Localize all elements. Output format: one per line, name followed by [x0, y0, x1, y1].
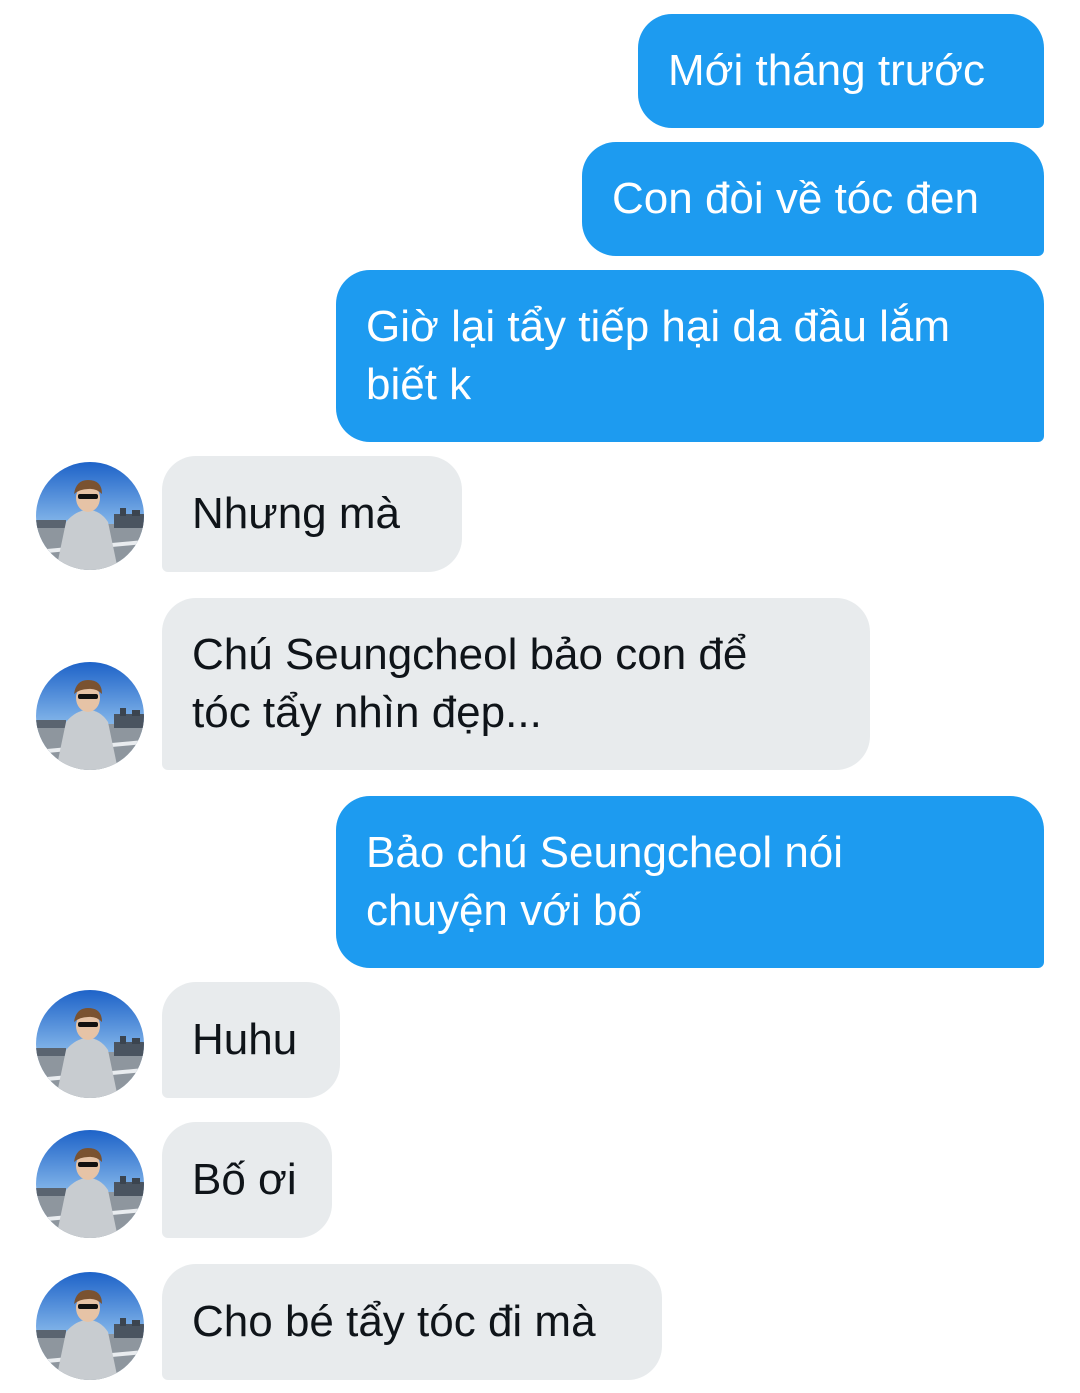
contact-avatar[interactable] — [36, 662, 144, 770]
message-text: Cho bé tẩy tóc đi mà — [192, 1297, 596, 1346]
message-bubble-outgoing[interactable]: Giờ lại tẩy tiếp hại da đầu lắm biết k — [336, 270, 1044, 442]
avatar-photo-icon — [36, 1272, 144, 1380]
message-bubble-outgoing[interactable]: Con đòi về tóc đen — [582, 142, 1044, 256]
avatar-photo-icon — [36, 1130, 144, 1238]
message-bubble-incoming[interactable]: Nhưng mà — [162, 456, 462, 572]
contact-avatar[interactable] — [36, 1130, 144, 1238]
message-text: Bảo chú Seungcheol nói chuyện với bố — [366, 828, 844, 935]
message-text: Nhưng mà — [192, 489, 400, 538]
contact-avatar[interactable] — [36, 1272, 144, 1380]
contact-avatar[interactable] — [36, 462, 144, 570]
message-bubble-incoming[interactable]: Cho bé tẩy tóc đi mà — [162, 1264, 662, 1380]
message-text: Mới tháng trước — [668, 46, 986, 95]
message-bubble-outgoing[interactable]: Bảo chú Seungcheol nói chuyện với bố — [336, 796, 1044, 968]
message-text: Giờ lại tẩy tiếp hại da đầu lắm biết k — [366, 302, 951, 409]
avatar-photo-icon — [36, 662, 144, 770]
message-bubble-incoming[interactable]: Huhu — [162, 982, 340, 1098]
message-bubble-incoming[interactable]: Chú Seungcheol bảo con để tóc tẩy nhìn đ… — [162, 598, 870, 770]
message-text: Huhu — [192, 1015, 298, 1064]
avatar-photo-icon — [36, 990, 144, 1098]
avatar-photo-icon — [36, 462, 144, 570]
message-text: Chú Seungcheol bảo con để tóc tẩy nhìn đ… — [192, 630, 748, 737]
message-text: Bố ơi — [192, 1155, 297, 1204]
message-bubble-outgoing[interactable]: Mới tháng trước — [638, 14, 1044, 128]
message-text: Con đòi về tóc đen — [612, 174, 979, 223]
contact-avatar[interactable] — [36, 990, 144, 1098]
message-bubble-incoming[interactable]: Bố ơi — [162, 1122, 332, 1238]
